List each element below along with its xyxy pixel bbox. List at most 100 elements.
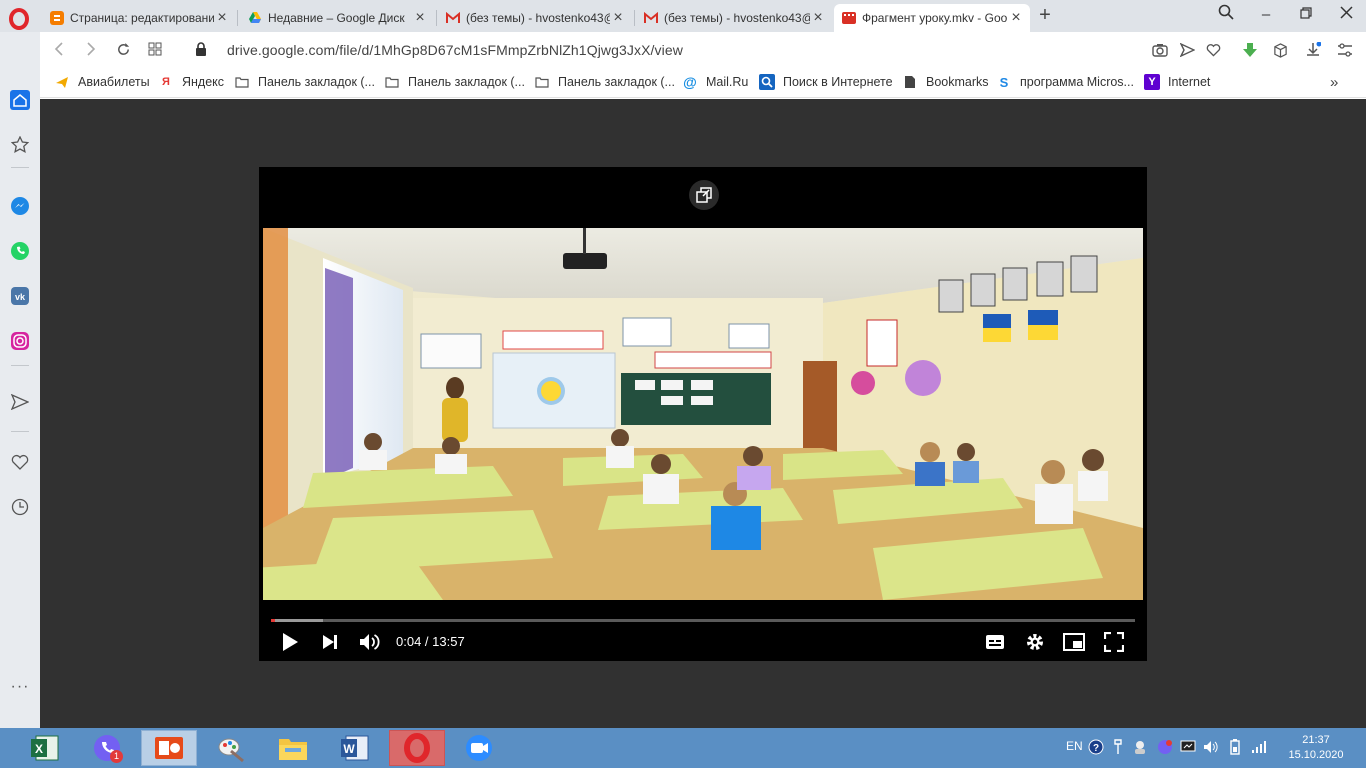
my-flow-icon[interactable]: [9, 391, 31, 413]
presentation-icon[interactable]: [141, 730, 197, 766]
bookmark-item[interactable]: Я Яндекс: [158, 74, 224, 90]
home-icon[interactable]: [9, 89, 31, 111]
bookmark-item[interactable]: Bookmarks: [902, 74, 989, 90]
lock-icon[interactable]: [190, 38, 212, 60]
bookmark-star-icon[interactable]: [9, 134, 31, 156]
page-icon: [902, 74, 918, 90]
bookmark-item[interactable]: Поиск в Интернете: [759, 74, 893, 90]
opera-icon[interactable]: [389, 730, 445, 766]
history-clock-icon[interactable]: [9, 496, 31, 518]
cube-icon[interactable]: [1270, 40, 1290, 60]
word-icon[interactable]: W: [327, 730, 383, 766]
bookmark-item[interactable]: Y Internet: [1144, 74, 1210, 90]
svg-text:vk: vk: [15, 292, 26, 302]
gmail-icon: [644, 11, 658, 25]
miniplayer-icon[interactable]: [1062, 630, 1086, 654]
close-icon[interactable]: ×: [1008, 10, 1024, 26]
close-icon[interactable]: ×: [810, 10, 826, 26]
downloads-icon[interactable]: [1303, 40, 1323, 60]
send-icon[interactable]: [1177, 40, 1197, 60]
tab-gmail-1[interactable]: (без темы) - hvostenko43@ ×: [438, 4, 632, 32]
close-icon[interactable]: ×: [610, 10, 626, 26]
tab-gmail-2[interactable]: (без темы) - hvostenko43@ ×: [636, 4, 832, 32]
progress-bar[interactable]: [271, 619, 1135, 622]
tab-title: Фрагмент уроку.mkv - Goo: [862, 11, 1008, 25]
video-frame[interactable]: [263, 228, 1143, 600]
heart-icon[interactable]: [1203, 40, 1223, 60]
bookmark-folder[interactable]: Панель закладок (...: [234, 74, 375, 90]
camera-icon[interactable]: [1150, 40, 1170, 60]
viber-icon[interactable]: 1: [79, 730, 135, 766]
bookmark-folder[interactable]: Панель закладок (...: [534, 74, 675, 90]
new-tab-button[interactable]: +: [1035, 4, 1055, 27]
messenger-icon[interactable]: [9, 195, 31, 217]
address-bar: drive.google.com/file/d/1MhGp8D67cM1sFMm…: [0, 32, 1366, 68]
opera-menu-icon[interactable]: [8, 8, 30, 30]
sidebar-divider: [11, 365, 29, 366]
sidebar-divider: [11, 167, 29, 168]
yandex-icon: Я: [162, 76, 170, 88]
help-icon[interactable]: ?: [1087, 738, 1105, 756]
close-icon[interactable]: ×: [412, 10, 428, 26]
tab-strip: Страница: редактировани × Недавние – Goo…: [0, 0, 1366, 32]
zoom-icon[interactable]: [451, 730, 507, 766]
easy-setup-icon[interactable]: [1335, 40, 1355, 60]
bookmark-item[interactable]: @ Mail.Ru: [682, 74, 748, 90]
fullscreen-icon[interactable]: [1102, 630, 1126, 654]
agent-icon[interactable]: [1131, 738, 1149, 756]
file-explorer-icon[interactable]: [265, 730, 321, 766]
close-window-button[interactable]: [1331, 4, 1361, 26]
minimize-button[interactable]: –: [1251, 4, 1281, 26]
vk-icon[interactable]: vk: [9, 285, 31, 307]
yahoo-icon: Y: [1144, 74, 1160, 90]
settings-gear-icon[interactable]: [1023, 630, 1047, 654]
tab-blogger[interactable]: Страница: редактировани ×: [42, 4, 236, 32]
viber-tray-icon[interactable]: [1156, 738, 1174, 756]
clock-date: 15.10.2020: [1288, 749, 1344, 761]
sidebar-divider: [11, 431, 29, 432]
bookmark-item[interactable]: S программа Micros...: [996, 74, 1134, 90]
url-field[interactable]: drive.google.com/file/d/1MhGp8D67cM1sFMm…: [227, 42, 683, 58]
network-monitor-icon[interactable]: [1179, 738, 1197, 756]
back-button[interactable]: [48, 38, 70, 60]
restore-button[interactable]: [1291, 4, 1321, 26]
tab-title: Недавние – Google Диск: [268, 11, 405, 25]
volume-icon[interactable]: [358, 630, 382, 654]
folder-icon: [534, 74, 550, 90]
download-arrow-green-icon[interactable]: [1240, 40, 1260, 60]
signal-strength-icon[interactable]: [1250, 738, 1268, 756]
speed-dial-grid-icon[interactable]: [144, 38, 166, 60]
video-player[interactable]: 0:04 / 13:57: [259, 167, 1147, 661]
sidebar: vk ···: [0, 32, 40, 728]
svg-text:W: W: [343, 742, 355, 756]
more-options-icon[interactable]: ···: [9, 676, 31, 698]
heart-icon[interactable]: [9, 451, 31, 473]
clock-time: 21:37: [1302, 734, 1330, 746]
bookmarks-overflow-icon[interactable]: »: [1330, 74, 1338, 91]
tab-title: (без темы) - hvostenko43@: [664, 11, 810, 25]
play-icon[interactable]: [278, 630, 302, 654]
tab-google-drive[interactable]: Недавние – Google Диск ×: [240, 4, 434, 32]
battery-icon[interactable]: [1226, 738, 1244, 756]
bookmark-item[interactable]: Авиабилеты: [54, 74, 150, 90]
popout-icon[interactable]: [689, 180, 719, 210]
instagram-icon[interactable]: [9, 330, 31, 352]
paint-icon[interactable]: [203, 730, 259, 766]
system-clock[interactable]: 21:37 15.10.2020: [1284, 733, 1348, 763]
tab-title: (без темы) - hvostenko43@: [466, 11, 610, 25]
pen-icon[interactable]: [1109, 738, 1127, 756]
speaker-icon[interactable]: [1202, 738, 1220, 756]
subtitles-icon[interactable]: [983, 630, 1007, 654]
tab-divider: [237, 10, 238, 26]
tab-video-file[interactable]: Фрагмент уроку.mkv - Goo ×: [834, 4, 1030, 32]
language-indicator[interactable]: EN: [1066, 739, 1083, 753]
close-icon[interactable]: ×: [214, 10, 230, 26]
next-icon[interactable]: [318, 630, 342, 654]
reload-button[interactable]: [112, 38, 134, 60]
forward-button[interactable]: [80, 38, 102, 60]
tab-search-icon[interactable]: [1211, 4, 1241, 26]
excel-icon[interactable]: X: [17, 730, 73, 766]
whatsapp-icon[interactable]: [9, 240, 31, 262]
bookmark-folder[interactable]: Панель закладок (...: [384, 74, 525, 90]
mailru-icon: @: [683, 74, 697, 90]
